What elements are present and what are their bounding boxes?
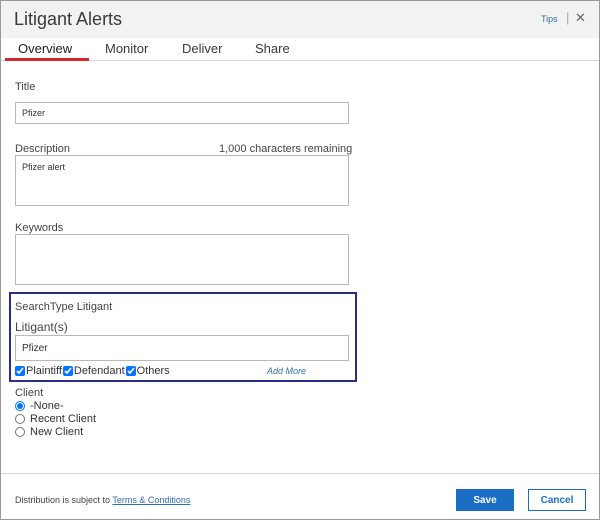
others-checkbox[interactable] <box>125 366 136 376</box>
distribution-notice: Distribution is subject to Terms & Condi… <box>15 495 190 505</box>
others-label: Others <box>136 365 170 377</box>
plaintiff-checkbox[interactable] <box>15 366 25 376</box>
client-option-none[interactable]: -None- <box>15 400 64 412</box>
litigants-label: Litigant(s) <box>15 320 68 334</box>
tab-overview[interactable]: Overview <box>18 41 72 56</box>
defendant-checkbox[interactable] <box>62 366 73 376</box>
description-textarea[interactable]: Pfizer alert <box>15 155 349 206</box>
dialog-header: Litigant Alerts Tips | ✕ <box>1 1 599 38</box>
litigant-alerts-dialog: Litigant Alerts Tips | ✕ Overview Monito… <box>0 0 600 520</box>
keywords-textarea[interactable] <box>15 234 349 285</box>
tab-monitor[interactable]: Monitor <box>105 41 148 56</box>
client-none-radio[interactable] <box>15 401 25 411</box>
terms-conditions-link[interactable]: Terms & Conditions <box>112 495 190 505</box>
add-more-link[interactable]: Add More <box>267 366 306 376</box>
defendant-option[interactable]: Defendant <box>62 365 125 377</box>
title-label: Title <box>15 81 36 93</box>
plaintiff-label: Plaintiff <box>26 365 62 377</box>
save-button[interactable]: Save <box>456 489 514 511</box>
title-input[interactable] <box>15 102 349 124</box>
client-recent-label: Recent Client <box>30 413 97 425</box>
tips-link[interactable]: Tips <box>541 14 558 24</box>
keywords-label: Keywords <box>15 222 64 234</box>
client-option-new[interactable]: New Client <box>15 426 83 438</box>
distribution-text: Distribution is subject to <box>15 495 113 505</box>
search-type-label: SearchType Litigant <box>15 301 113 313</box>
client-label: Client <box>15 387 44 399</box>
active-tab-indicator <box>5 58 89 61</box>
footer-divider <box>1 473 599 474</box>
party-checkboxes: Plaintiff Defendant Others <box>15 365 171 377</box>
client-new-radio[interactable] <box>15 427 25 437</box>
litigant-input[interactable] <box>15 335 349 361</box>
plaintiff-option[interactable]: Plaintiff <box>15 365 62 377</box>
characters-remaining: 1,000 characters remaining <box>219 143 353 155</box>
cancel-button[interactable]: Cancel <box>528 489 586 511</box>
close-icon[interactable]: ✕ <box>575 10 586 26</box>
description-label: Description <box>15 143 71 155</box>
tab-bar: Overview Monitor Deliver Share <box>1 38 599 61</box>
dialog-title: Litigant Alerts <box>14 9 123 29</box>
client-option-recent[interactable]: Recent Client <box>15 413 96 425</box>
client-recent-radio[interactable] <box>15 414 25 424</box>
others-option[interactable]: Others <box>125 365 170 377</box>
client-none-label: -None- <box>30 400 64 412</box>
tab-share[interactable]: Share <box>255 41 290 56</box>
header-separator: | <box>566 10 570 25</box>
client-new-label: New Client <box>30 426 84 438</box>
defendant-label: Defendant <box>73 365 125 377</box>
tab-deliver[interactable]: Deliver <box>182 41 222 56</box>
